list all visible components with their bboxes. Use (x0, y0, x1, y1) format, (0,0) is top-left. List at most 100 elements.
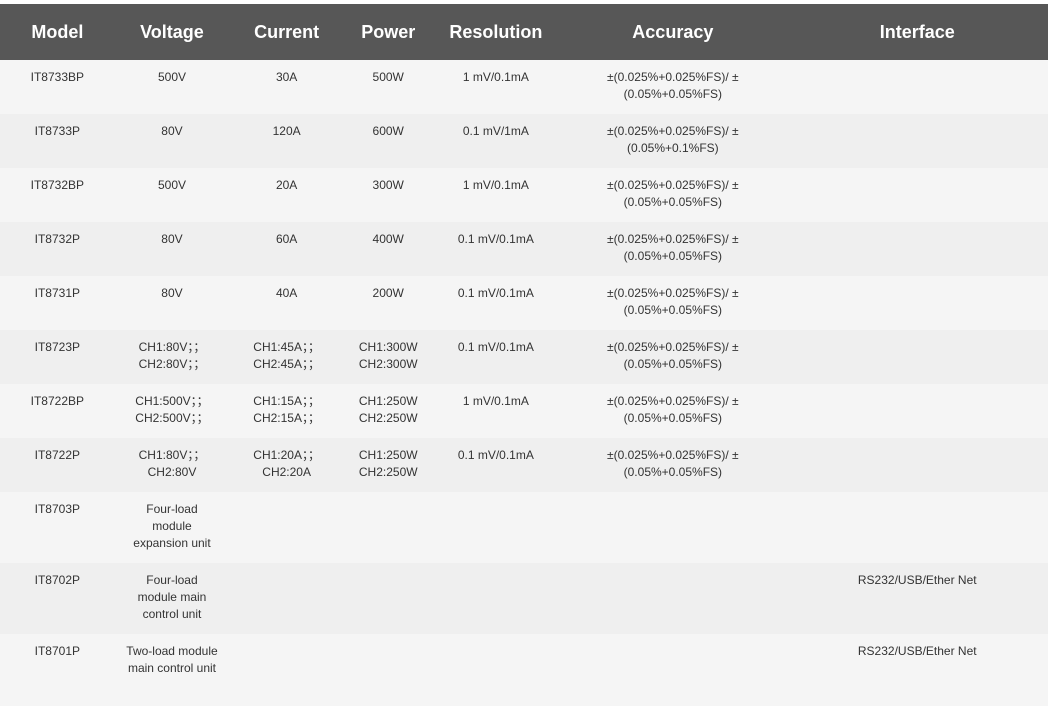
accuracy-line: (0.05%+0.05%FS) (623, 303, 723, 317)
power-line: CH2:250W (358, 411, 418, 425)
power-line: CH2:250W (358, 465, 418, 479)
current-line: CH2:45A；； (253, 357, 320, 371)
voltage-line: 80V (161, 286, 183, 300)
cell-power: CH1:300W CH2:300W (344, 330, 433, 384)
accuracy-line: (0.05%+0.05%FS) (623, 465, 723, 479)
cell-interface (786, 492, 1048, 563)
accuracy-line: ±(0.025%+0.025%FS)/ ± (607, 286, 739, 300)
voltage-line: Two-load module (126, 644, 218, 658)
cell-resolution: 1 mV/0.1mA (462, 394, 529, 408)
cell-current: CH1:20A；； CH2:20A (229, 438, 344, 492)
cell-power: 200W (344, 276, 433, 330)
spec-table-container: Model Voltage Current Power Resolution A… (0, 4, 1048, 706)
power-line: CH1:250W (358, 448, 418, 462)
cell-voltage: Four-load module main control unit (115, 563, 230, 634)
current-line: 30A (275, 70, 298, 84)
cell-accuracy (559, 492, 786, 563)
table-body: IT8733BP 500V 30A 500W 1 mV/0.1mA ±(0.025%+0.… (0, 60, 1048, 706)
header-accuracy: Accuracy (632, 21, 714, 42)
power-line: CH1:300W (358, 340, 418, 354)
cell-accuracy (559, 563, 786, 634)
cell-resolution: 0.1 mV/0.1mA (457, 448, 534, 462)
cell-interface: RS232/USB/Ether Net (857, 644, 977, 658)
cell-power (344, 563, 433, 634)
cell-model: IT8722P (34, 448, 81, 462)
cell-voltage: 80V (115, 222, 230, 276)
cell-model: IT8731P (34, 286, 81, 300)
cell-interface (786, 60, 1048, 114)
header-power: Power (361, 21, 416, 42)
accuracy-line: ±(0.025%+0.025%FS)/ ± (607, 232, 739, 246)
cell-interface (786, 438, 1048, 492)
voltage-line: 500V (157, 178, 186, 192)
cell-resolution: 0.1 mV/1mA (462, 124, 529, 138)
cell-model: IT8723P (34, 340, 81, 354)
accuracy-line: (0.05%+0.05%FS) (623, 87, 723, 101)
cell-accuracy: ±(0.025%+0.025%FS)/ ± (0.05%+0.05%FS) (559, 168, 786, 222)
voltage-line: module main (137, 590, 207, 604)
cell-resolution: 0.1 mV/0.1mA (457, 232, 534, 246)
cell-accuracy (559, 634, 786, 706)
table-row: IT8732P 80V 60A 400W 0.1 mV/0.1mA ±(0.025%+0.… (0, 222, 1048, 276)
header-model: Model (31, 21, 84, 42)
cell-current: 120A (229, 114, 344, 168)
cell-accuracy: ±(0.025%+0.025%FS)/ ± (0.05%+0.05%FS) (559, 384, 786, 438)
cell-model: IT8732BP (30, 178, 85, 192)
cell-power: 600W (344, 114, 433, 168)
power-line: 600W (372, 124, 404, 138)
cell-accuracy: ±(0.025%+0.025%FS)/ ± (0.05%+0.05%FS) (559, 330, 786, 384)
voltage-line: module (152, 519, 192, 533)
cell-resolution: 0.1 mV/0.1mA (457, 286, 534, 300)
accuracy-line: ±(0.025%+0.025%FS)/ ± (607, 448, 739, 462)
cell-accuracy: ±(0.025%+0.025%FS)/ ± (0.05%+0.1%FS) (559, 114, 786, 168)
power-line: 300W (372, 178, 404, 192)
table-row: IT8723P CH1:80V；； CH2:80V；； CH1:45A；； CH2:45… (0, 330, 1048, 384)
current-line: 20A (275, 178, 298, 192)
header-voltage: Voltage (140, 21, 204, 42)
cell-current: 40A (229, 276, 344, 330)
current-line: 40A (275, 286, 298, 300)
voltage-line: CH2:80V；； (138, 357, 206, 371)
cell-voltage: 80V (115, 114, 230, 168)
voltage-line: CH1:80V；； (138, 448, 206, 462)
cell-current: CH1:45A；； CH2:45A；； (229, 330, 344, 384)
cell-model: IT8733BP (30, 70, 85, 84)
cell-power: 300W (344, 168, 433, 222)
table-row: IT8733P 80V 120A 600W 0.1 mV/1mA ±(0.025%+0.0… (0, 114, 1048, 168)
accuracy-line: ±(0.025%+0.025%FS)/ ± (607, 394, 739, 408)
table-row: IT8722P CH1:80V；； CH2:80V CH1:20A；； CH2:20A C… (0, 438, 1048, 492)
voltage-line: main control unit (127, 661, 216, 675)
cell-accuracy: ±(0.025%+0.025%FS)/ ± (0.05%+0.05%FS) (559, 276, 786, 330)
cell-power: CH1:250W CH2:250W (344, 438, 433, 492)
current-line: 60A (275, 232, 298, 246)
cell-model: IT8732P (34, 232, 81, 246)
accuracy-line: ±(0.025%+0.025%FS)/ ± (607, 70, 739, 84)
accuracy-line: ±(0.025%+0.025%FS)/ ± (607, 340, 739, 354)
cell-current: CH1:15A；； CH2:15A；； (229, 384, 344, 438)
voltage-line: 80V (161, 232, 183, 246)
cell-accuracy: ±(0.025%+0.025%FS)/ ± (0.05%+0.05%FS) (559, 438, 786, 492)
current-line: 120A (272, 124, 301, 138)
power-line: 400W (372, 232, 404, 246)
table-row: IT8701P Two-load module main control unit R… (0, 634, 1048, 706)
cell-resolution (432, 492, 559, 563)
cell-current: 30A (229, 60, 344, 114)
cell-resolution (432, 634, 559, 706)
power-line: 200W (372, 286, 404, 300)
table-row: IT8732BP 500V 20A 300W 1 mV/0.1mA ±(0.025%+0.… (0, 168, 1048, 222)
accuracy-line: (0.05%+0.05%FS) (623, 249, 723, 263)
table-row: IT8733BP 500V 30A 500W 1 mV/0.1mA ±(0.025%+0.… (0, 60, 1048, 114)
cell-interface: RS232/USB/Ether Net (857, 573, 977, 587)
header-current: Current (254, 21, 320, 42)
cell-voltage: Four-load module expansion unit (115, 492, 230, 563)
cell-current: 60A (229, 222, 344, 276)
table-header: Model Voltage Current Power Resolution A… (0, 4, 1048, 60)
voltage-line: 500V (157, 70, 186, 84)
cell-model: IT8701P (34, 644, 81, 658)
cell-resolution: 0.1 mV/0.1mA (457, 340, 534, 354)
cell-model: IT8703P (34, 502, 81, 516)
cell-accuracy: ±(0.025%+0.025%FS)/ ± (0.05%+0.05%FS) (559, 222, 786, 276)
current-line: CH1:15A；； (253, 394, 320, 408)
cell-voltage: CH1:500V；； CH2:500V；； (115, 384, 230, 438)
cell-interface (786, 114, 1048, 168)
